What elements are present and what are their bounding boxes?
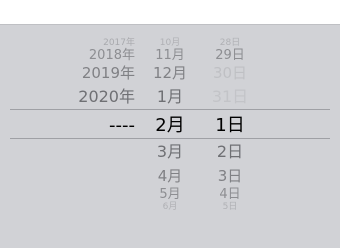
- day-option[interactable]: 2日: [200, 144, 260, 160]
- day-option[interactable]: 28日: [200, 39, 260, 48]
- top-bar: [0, 0, 340, 24]
- day-option[interactable]: 31日: [200, 89, 260, 105]
- year-option[interactable]: 2020年: [40, 89, 135, 105]
- year-option-selected[interactable]: ----: [40, 117, 135, 135]
- month-option[interactable]: 4月: [140, 169, 200, 184]
- month-option-selected[interactable]: 2月: [140, 117, 200, 135]
- year-option[interactable]: 2019年: [40, 66, 135, 81]
- month-option[interactable]: 6月: [140, 203, 200, 212]
- month-option[interactable]: 11月: [140, 49, 200, 62]
- month-option[interactable]: 3月: [140, 144, 200, 160]
- month-option[interactable]: 1月: [140, 89, 200, 105]
- day-option[interactable]: 5日: [200, 203, 260, 212]
- month-option[interactable]: 5月: [140, 188, 200, 201]
- year-option[interactable]: 2017年: [40, 39, 135, 48]
- date-picker[interactable]: 2017年 2018年 2019年 2020年 ---- 10月 11月 12月…: [0, 25, 340, 248]
- month-option[interactable]: 10月: [140, 39, 200, 48]
- year-wheel[interactable]: 2017年 2018年 2019年 2020年 ----: [40, 25, 135, 248]
- day-wheel[interactable]: 28日 29日 30日 31日 1日 2日 3日 4日 5日: [200, 25, 260, 248]
- year-option[interactable]: 2018年: [40, 49, 135, 62]
- day-option[interactable]: 4日: [200, 188, 260, 201]
- day-option[interactable]: 3日: [200, 169, 260, 184]
- month-wheel[interactable]: 10月 11月 12月 1月 2月 3月 4月 5月 6月: [140, 25, 200, 248]
- day-option-selected[interactable]: 1日: [200, 117, 260, 135]
- day-option[interactable]: 29日: [200, 49, 260, 62]
- day-option[interactable]: 30日: [200, 66, 260, 81]
- month-option[interactable]: 12月: [140, 66, 200, 81]
